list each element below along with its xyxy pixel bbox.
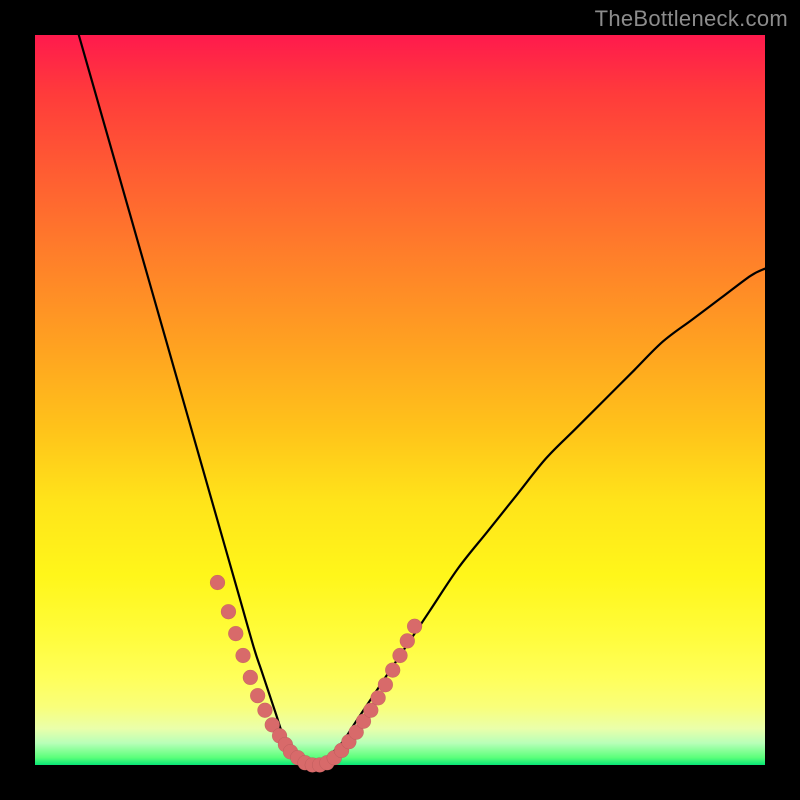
highlight-dot xyxy=(221,604,236,619)
bottleneck-curve xyxy=(79,35,765,766)
highlight-dot xyxy=(393,648,408,663)
highlight-dot xyxy=(228,626,243,641)
highlight-dot xyxy=(236,648,251,663)
highlight-dot xyxy=(378,677,393,692)
highlight-dot xyxy=(210,575,225,590)
highlight-dot xyxy=(407,619,422,634)
highlight-dot xyxy=(371,690,386,705)
highlight-dot xyxy=(250,688,265,703)
chart-gradient-area xyxy=(35,35,765,765)
highlight-dot xyxy=(243,670,258,685)
highlight-dot xyxy=(385,663,400,678)
highlight-dot xyxy=(257,703,272,718)
chart-svg xyxy=(35,35,765,765)
watermark-text: TheBottleneck.com xyxy=(595,6,788,32)
highlight-dot xyxy=(400,633,415,648)
